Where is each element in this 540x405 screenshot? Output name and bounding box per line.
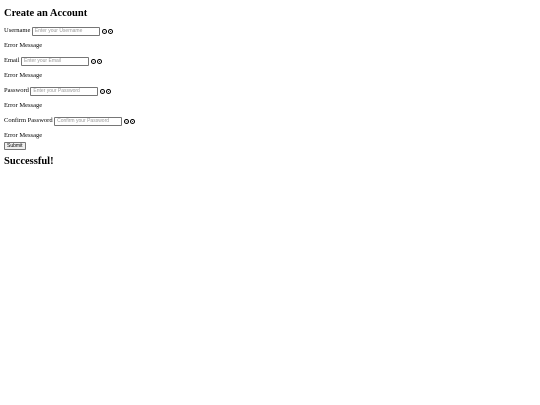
email-row: Email Enter your Email	[4, 56, 524, 66]
confirm-password-input[interactable]: Confirm your Password	[54, 116, 123, 126]
username-row: Username Enter your Username	[4, 26, 524, 36]
form-title: Create an Account	[4, 8, 88, 19]
x-circle-icon	[106, 88, 112, 94]
email-input[interactable]: Enter your Email	[21, 56, 90, 66]
username-error: Error Message	[4, 42, 43, 49]
email-error: Error Message	[4, 72, 43, 79]
x-circle-icon	[107, 28, 113, 34]
confirm-password-placeholder: Confirm your Password	[57, 117, 110, 124]
success-message: Successful!	[4, 156, 54, 167]
x-circle-icon	[130, 118, 136, 124]
password-label: Password	[4, 87, 29, 94]
check-circle-icon	[101, 28, 107, 34]
username-input[interactable]: Enter your Username	[31, 26, 100, 36]
signup-form: Username Enter your Username Error Messa…	[4, 26, 524, 150]
password-placeholder: Enter your Password	[33, 87, 80, 94]
email-label: Email	[4, 57, 20, 64]
password-input[interactable]: Enter your Password	[30, 86, 99, 96]
confirm-password-error: Error Message	[4, 132, 43, 139]
username-label: Username	[4, 27, 31, 34]
confirm-password-row: Confirm Password Confirm your Password	[4, 116, 524, 126]
confirm-password-label: Confirm Password	[4, 117, 53, 124]
signup-page: Create an Account Username Enter your Us…	[4, 8, 524, 168]
check-circle-icon	[124, 118, 130, 124]
submit-row: Submit	[4, 142, 524, 150]
check-circle-icon	[100, 88, 106, 94]
password-row: Password Enter your Password	[4, 86, 524, 96]
password-error: Error Message	[4, 102, 43, 109]
x-circle-icon	[97, 58, 103, 64]
submit-button[interactable]: Submit	[4, 142, 26, 150]
email-placeholder: Enter your Email	[24, 57, 61, 64]
check-circle-icon	[91, 58, 97, 64]
username-placeholder: Enter your Username	[34, 27, 83, 34]
